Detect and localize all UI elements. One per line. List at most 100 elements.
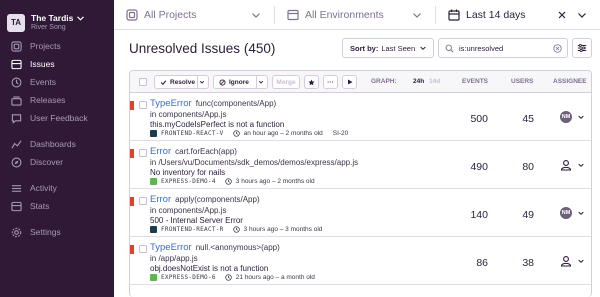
project-badge-icon bbox=[150, 178, 157, 185]
assignee-selector[interactable] bbox=[560, 255, 585, 267]
issue-title[interactable]: TypeError func(components/App) bbox=[150, 98, 276, 109]
user-name: River Song bbox=[31, 24, 66, 32]
issue-short-id[interactable]: FRONTEND-REACT-V bbox=[161, 130, 224, 137]
user-icon bbox=[560, 160, 572, 171]
sidebar-item-events[interactable]: Events bbox=[0, 74, 114, 90]
graph-14d-toggle[interactable]: 14d bbox=[429, 78, 440, 85]
issue-checkbox[interactable] bbox=[139, 149, 147, 157]
sidebar-item-label: Projects bbox=[30, 41, 61, 51]
chevron-down-icon[interactable] bbox=[258, 79, 264, 85]
projects-icon bbox=[126, 8, 138, 21]
checkmark-icon bbox=[160, 79, 167, 85]
issue-location: in components/App.js bbox=[150, 110, 227, 119]
issue-function: cart.forEach(app) bbox=[175, 147, 237, 156]
sort-prefix: Sort by: bbox=[350, 43, 379, 53]
issue-location: in components/App.js bbox=[150, 206, 227, 215]
sidebar-item-discover[interactable]: Discover bbox=[0, 154, 114, 170]
sidebar-item-label: Settings bbox=[30, 227, 61, 237]
time-range-selector[interactable]: Last 14 days bbox=[436, 0, 600, 30]
assignee-selector[interactable]: NM bbox=[560, 207, 585, 219]
assignee-selector[interactable]: NM bbox=[560, 111, 585, 123]
issue-short-id[interactable]: EXPRESS-DEMO-6 bbox=[161, 274, 216, 281]
issues-icon bbox=[10, 58, 22, 70]
issue-title[interactable]: Error apply(components/App) bbox=[150, 194, 260, 205]
issue-checkbox[interactable] bbox=[139, 245, 147, 253]
clear-icon[interactable] bbox=[553, 43, 562, 53]
environment-selector[interactable]: All Environments bbox=[275, 0, 435, 30]
realtime-play-button[interactable] bbox=[342, 75, 357, 89]
sidebar-item-releases[interactable]: Releases bbox=[0, 92, 114, 108]
issue-message: this.myCodeIsPerfect is not a function bbox=[150, 120, 285, 129]
graph-24h-toggle[interactable]: 24h bbox=[413, 78, 424, 85]
clock-icon bbox=[232, 226, 240, 233]
issue-message: No inventory for nails bbox=[150, 168, 226, 177]
issue-short-id[interactable]: EXPRESS-DEMO-4 bbox=[161, 178, 216, 185]
chevron-down-icon[interactable] bbox=[199, 79, 205, 85]
sidebar-item-projects[interactable]: Projects bbox=[0, 38, 114, 54]
sidebar: TA The Tardis River Song Projects Issues… bbox=[0, 0, 114, 297]
page-title: Unresolved Issues (450) bbox=[129, 41, 275, 56]
chevron-down-icon bbox=[413, 12, 421, 18]
sort-dropdown[interactable]: Sort by: Last Seen bbox=[342, 38, 434, 58]
sidebar-item-activity[interactable]: Activity bbox=[0, 180, 114, 196]
bookmark-button[interactable] bbox=[304, 75, 319, 89]
assignee-avatar: NM bbox=[560, 111, 572, 123]
issue-meta: EXPRESS-DEMO-4 3 hours ago – 2 months ol… bbox=[150, 178, 315, 185]
graph-label: GRAPH: bbox=[371, 78, 397, 85]
issue-checkbox[interactable] bbox=[139, 197, 147, 205]
ignore-button[interactable]: Ignore bbox=[213, 75, 268, 89]
clock-icon bbox=[225, 274, 232, 281]
event-count: 490 bbox=[470, 161, 488, 173]
sidebar-item-dashboards[interactable]: Dashboards bbox=[0, 136, 114, 152]
search-input[interactable]: is:unresolved bbox=[438, 38, 568, 58]
more-actions-button[interactable]: ··· bbox=[323, 75, 338, 89]
close-icon[interactable] bbox=[556, 9, 568, 21]
play-icon bbox=[347, 79, 352, 85]
issue-checkbox[interactable] bbox=[139, 101, 147, 109]
merge-button[interactable]: Merge bbox=[272, 75, 300, 89]
sidebar-item-label: Dashboards bbox=[30, 139, 76, 149]
time-range-label: Last 14 days bbox=[466, 8, 526, 21]
user-icon bbox=[560, 256, 572, 267]
issue-function: func(components/App) bbox=[195, 99, 277, 108]
user-count: 45 bbox=[522, 113, 534, 125]
chevron-down-icon bbox=[578, 259, 584, 264]
issue-row[interactable]: Error cart.forEach(app) in /Users/vu/Docu… bbox=[130, 141, 591, 189]
clock-icon bbox=[232, 130, 240, 137]
sidebar-item-issues[interactable]: Issues bbox=[0, 56, 114, 72]
issue-type: Error bbox=[150, 146, 172, 157]
sidebar-item-stats[interactable]: Stats bbox=[0, 198, 114, 214]
resolve-button[interactable]: Resolve bbox=[154, 75, 209, 89]
chevron-down-icon bbox=[578, 163, 584, 168]
issue-row[interactable]: TypeError func(components/App) in compone… bbox=[130, 93, 591, 141]
saved-searches-button[interactable] bbox=[572, 38, 592, 58]
issue-short-id[interactable]: FRONTEND-REACT-R bbox=[161, 226, 224, 233]
ignore-icon bbox=[219, 78, 226, 86]
feedback-icon bbox=[10, 112, 22, 124]
issue-function: null.<anonymous>(app) bbox=[195, 243, 280, 252]
issue-row[interactable]: Error apply(components/App) in components… bbox=[130, 189, 591, 237]
clock-icon bbox=[225, 178, 232, 185]
activity-icon bbox=[10, 182, 22, 194]
issue-title[interactable]: TypeError null.<anonymous>(app) bbox=[150, 242, 280, 253]
dashboards-icon bbox=[10, 138, 22, 150]
project-selector[interactable]: All Projects bbox=[114, 0, 274, 30]
org-switcher[interactable]: TA The Tardis River Song bbox=[0, 0, 114, 36]
sidebar-item-user-feedback[interactable]: User Feedback bbox=[0, 110, 114, 126]
search-icon bbox=[445, 44, 454, 53]
issue-location: in /app/app.js bbox=[150, 254, 198, 263]
select-all-checkbox[interactable] bbox=[139, 78, 147, 86]
assignee-selector[interactable] bbox=[560, 159, 585, 171]
issue-time: 3 hours ago – 2 months old bbox=[235, 178, 315, 185]
sidebar-item-settings[interactable]: Settings bbox=[0, 224, 114, 240]
star-icon bbox=[308, 78, 315, 85]
issue-tag: SI-20 bbox=[332, 130, 349, 137]
sidebar-item-label: Issues bbox=[30, 59, 55, 69]
page-title-text: Unresolved Issues bbox=[129, 41, 241, 56]
sidebar-item-label: Releases bbox=[30, 95, 66, 105]
level-indicator bbox=[130, 245, 134, 254]
issue-title[interactable]: Error cart.forEach(app) bbox=[150, 146, 237, 157]
issue-message: 500 - Internal Server Error bbox=[150, 216, 243, 225]
issue-row[interactable]: TypeError null.<anonymous>(app) in /app/a… bbox=[130, 237, 591, 285]
project-badge-icon bbox=[150, 226, 157, 233]
